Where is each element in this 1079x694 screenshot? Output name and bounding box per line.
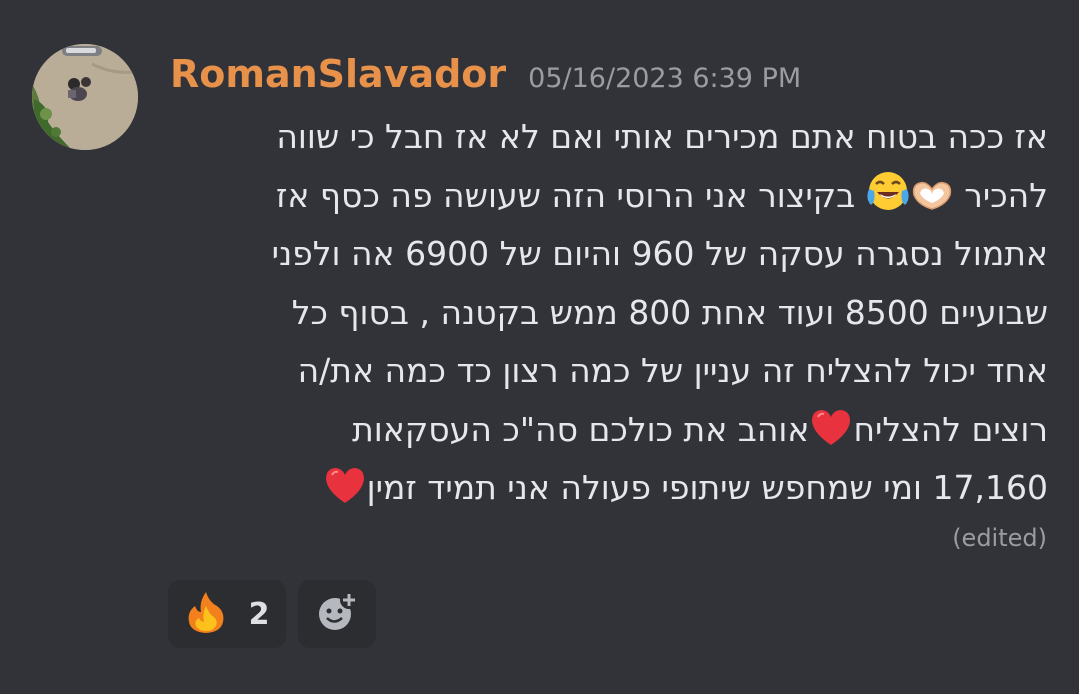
message-line: אתמול נסגרה עסקה של 960 והיום של 6900 אה…	[271, 234, 1048, 273]
avatar[interactable]	[32, 44, 138, 150]
reaction-count: 2	[248, 596, 270, 632]
message-header: RomanSlavador 05/16/2023 6:39 PM	[170, 52, 801, 102]
add-reaction-icon	[315, 590, 359, 638]
timestamp[interactable]: 05/16/2023 6:39 PM	[528, 63, 801, 94]
fire-reaction-button[interactable]: 2	[168, 580, 286, 648]
face-with-tears-of-joy-icon	[866, 169, 910, 232]
reactions-bar: 2	[168, 580, 376, 648]
add-reaction-button[interactable]	[298, 580, 376, 648]
message-text: אוהב את כולכם סה"כ העסקאות	[352, 409, 810, 449]
heart-hands-icon	[910, 173, 954, 232]
fire-icon	[185, 590, 227, 638]
message-line: אחד יכול להצליח זה עניין של כמה רצון כד …	[297, 351, 1048, 390]
message-text: להכיר	[964, 175, 1048, 215]
red-heart-icon	[323, 465, 367, 524]
message-line: שבועיים 8500 ועוד אחת 800 ממש בקטנה , בס…	[291, 292, 1048, 332]
message-line: 17,160 ומי שמחפש שיתופי פעולה אני תמיד ז…	[150, 459, 1048, 518]
message-line: להכיר בקיצור אני הרוסי הזה שעושה פה כסף …	[150, 167, 1048, 226]
red-heart-icon	[809, 407, 853, 466]
edited-label: (edited)	[952, 524, 1047, 552]
message-line: רוצים להצליח אוהב את כולכם סה"כ העסקאות	[150, 401, 1048, 460]
message-text: רוצים להצליח	[853, 409, 1048, 449]
message-text: 17,160 ומי שמחפש שיתופי פעולה אני תמיד ז…	[366, 468, 1048, 507]
username[interactable]: RomanSlavador	[170, 52, 506, 96]
message-text: בקיצור אני הרוסי הזה שעושה פה כסף אז	[275, 175, 856, 215]
chat-message: RomanSlavador 05/16/2023 6:39 PM אז ככה …	[0, 0, 1079, 694]
message-body: אז ככה בטוח אתם מכירים אותי ואם לא אז חב…	[150, 108, 1048, 518]
message-line: אז ככה בטוח אתם מכירים אותי ואם לא אז חב…	[276, 117, 1048, 156]
